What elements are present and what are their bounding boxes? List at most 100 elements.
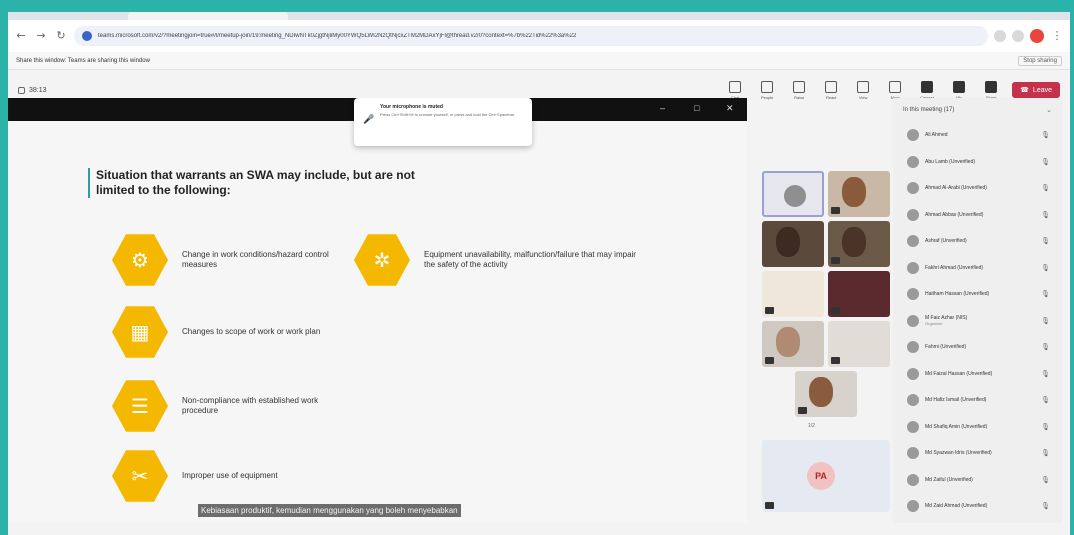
mic-off-icon: 🎙 [1041,449,1050,458]
tools-glyph: ✂ [131,464,149,488]
cog-glyph: ✲ [373,248,391,272]
close-icon[interactable]: ✕ [726,103,734,114]
address-bar: ← → ↻ teams.microsoft.com/v2/?meetingjoi… [8,20,1070,52]
participant-video-tile[interactable] [762,271,824,317]
participants-panel: In this meeting (17) ⌄ Ali Ahmed 🎙 Abu La… [893,98,1062,523]
mic-off-icon: 🎤 [363,114,375,124]
participant-video-tile[interactable] [828,221,890,267]
tools-icon: ✂ [112,450,168,502]
raise-label: Raise [794,94,805,100]
react-button[interactable]: React [820,80,842,100]
participant-role: Organizer [925,320,943,326]
mic-off-icon [831,207,840,214]
view-button[interactable]: View [852,80,874,100]
back-icon[interactable]: ← [14,29,28,43]
profile-avatar[interactable] [1030,29,1044,43]
avatar [907,447,919,460]
forward-icon[interactable]: → [34,29,48,43]
chat-button[interactable]: Chat [724,80,746,100]
meeting-timer-text: 38:13 [29,86,47,94]
toast-title: Your microphone is muted [380,104,443,110]
minimize-icon[interactable]: – [660,103,665,113]
participant-row[interactable]: M Faiz Azhar (NIS) Organizer 🎙 [893,308,1062,335]
avatar [907,155,919,168]
site-info-icon[interactable] [82,31,92,41]
more-icon [889,80,902,93]
participant-row[interactable]: Md Syazwan Idris (Unverified) 🎙 [893,440,1062,467]
avatar [907,182,919,195]
mic-off-icon: 🎙 [1041,184,1050,193]
gears-icon: ⚙ [112,234,168,286]
participant-row[interactable]: Md Zaid Ahmad (Unverified) 🎙 [893,493,1062,520]
slide-item-text: Improper use of equipment [182,471,278,480]
menu-icon[interactable]: ⋮ [1050,29,1064,43]
mic-off-icon [831,307,840,314]
participant-name: M Faiz Azhar (NIS) Organizer [925,315,1035,327]
participant-video-tile[interactable] [795,371,857,417]
raise-hand-button[interactable]: Raise [788,80,810,100]
raise-hand-icon [793,80,806,93]
participant-name: Ahmad Al-Arabi (Unverified) [925,185,987,192]
participant-video-tile[interactable] [762,321,824,367]
slide-item: ▦ Changes to scope of work or work plan [112,304,332,360]
view-label: View [858,94,868,100]
people-icon [761,80,774,93]
bookmark-icon[interactable] [1012,30,1024,42]
participant-face [842,227,866,257]
mic-off-icon [765,502,774,509]
share-button[interactable]: Share [980,80,1002,100]
view-icon [857,80,870,93]
phone-icon: ☎ [1020,86,1029,94]
participant-row[interactable]: Fahmi (Unverified) 🎙 [893,334,1062,361]
participant-row[interactable]: Abu Lamb (Unverified) 🎙 [893,149,1062,176]
chevron-down-icon[interactable]: ⌄ [1046,106,1052,114]
participant-row[interactable]: Ashraf (Unverified) 🎙 [893,228,1062,255]
live-caption: Kebiasaan produktif, kemudian menggunaka… [198,504,461,517]
participant-row[interactable]: Md Zaiful (Unverified) 🎙 [893,467,1062,494]
mic-off-icon: 🎙 [1041,502,1050,511]
mic-button[interactable]: Mic [948,80,970,100]
url-field[interactable]: teams.microsoft.com/v2/?meetingjoin=true… [74,26,988,46]
avatar [907,473,919,486]
video-pager[interactable]: 1/2 [808,423,815,429]
video-grid: 1/2 PA [752,160,890,523]
participant-video-tile[interactable] [762,221,824,267]
slide-item: ✂ Improper use of equipment [112,448,332,504]
participants-header[interactable]: In this meeting (17) ⌄ [893,98,1062,122]
active-tab[interactable] [128,12,288,20]
participant-initials-tile[interactable]: PA [762,440,890,512]
mic-off-icon: 🎙 [1041,237,1050,246]
participant-video-tile[interactable] [828,271,890,317]
avatar [907,420,919,433]
muted-notification[interactable]: 🎤 Your microphone is muted Press Ctrl+Sh… [354,98,532,146]
participant-row[interactable]: Haitham Hassan (Unverified) 🎙 [893,281,1062,308]
participant-row[interactable]: Ali Ahmed 🎙 [893,122,1062,149]
tab-strip [8,12,1070,20]
participant-row[interactable]: Md Shafiq Amin (Unverified) 🎙 [893,414,1062,441]
mic-off-icon [831,357,840,364]
participant-row[interactable]: Ahmad Abbas (Unverified) 🎙 [893,202,1062,229]
meeting-timer: 38:13 [18,86,47,94]
people-button[interactable]: People [756,80,778,100]
participant-row[interactable]: Md Faizal Hassan (Unverified) 🎙 [893,361,1062,388]
slide-item-text: Equipment unavailability, malfunction/fa… [424,250,636,269]
leave-button[interactable]: ☎ Leave [1012,82,1060,98]
participant-video-tile[interactable] [828,321,890,367]
reload-icon[interactable]: ↻ [54,29,68,43]
avatar [907,129,919,142]
participant-video-tile[interactable] [828,171,890,217]
avatar [907,261,919,274]
url-text: teams.microsoft.com/v2/?meetingjoin=true… [98,33,577,39]
participant-row[interactable]: Ahmad Al-Arabi (Unverified) 🎙 [893,175,1062,202]
extension-icon[interactable] [994,30,1006,42]
slide-item: ✲ Equipment unavailability, malfunction/… [354,232,644,288]
shield-icon [18,86,25,94]
stop-sharing-button[interactable]: Stop sharing [1018,55,1062,66]
self-video-tile[interactable] [762,171,824,217]
participant-row[interactable]: Md Hafiz Ismail (Unverified) 🎙 [893,387,1062,414]
maximize-icon[interactable]: □ [694,103,699,113]
participant-row[interactable]: Fakhri Ahmad (Unverified) 🎙 [893,255,1062,282]
camera-button[interactable]: Camera [916,80,938,100]
more-button[interactable]: More [884,80,906,100]
mic-off-icon [765,307,774,314]
